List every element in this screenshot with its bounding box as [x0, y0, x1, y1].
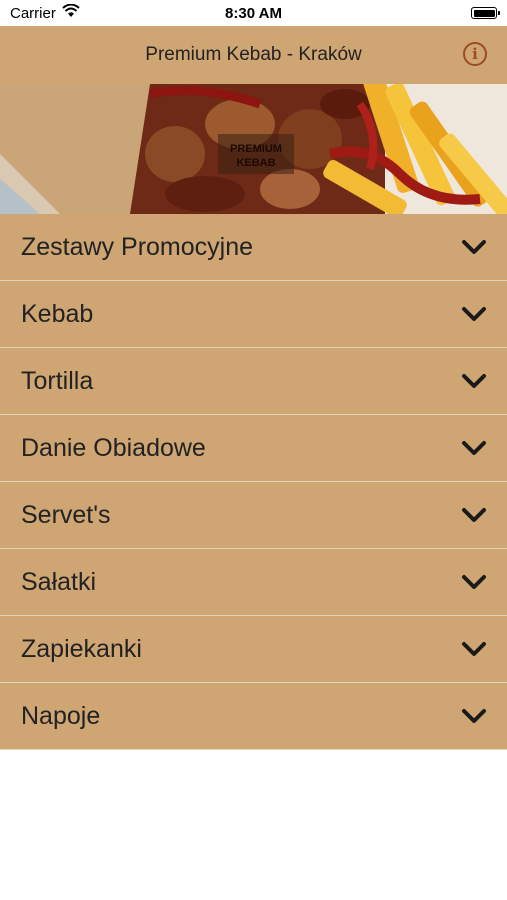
menu-category-row[interactable]: Sałatki — [0, 549, 507, 616]
menu-category-row[interactable]: Tortilla — [0, 348, 507, 415]
status-left: Carrier — [10, 3, 80, 22]
page-title: Premium Kebab - Kraków — [145, 44, 362, 65]
chevron-down-icon — [461, 707, 487, 725]
menu-category-label: Kebab — [21, 299, 94, 328]
menu-category-row[interactable]: Danie Obiadowe — [0, 415, 507, 482]
carrier-label: Carrier — [10, 4, 56, 22]
chevron-down-icon — [461, 238, 487, 256]
chevron-down-icon — [461, 573, 487, 591]
banner-image: PREMIUM KEBAB — [0, 84, 507, 214]
menu-category-label: Napoje — [21, 701, 101, 730]
status-bar: Carrier 8:30 AM — [0, 0, 507, 26]
menu-category-row[interactable]: Napoje — [0, 683, 507, 750]
menu-category-label: Zapiekanki — [21, 634, 142, 663]
menu-category-label: Tortilla — [21, 366, 94, 395]
menu-category-label: Servet's — [21, 500, 111, 529]
chevron-down-icon — [461, 305, 487, 323]
menu-category-row[interactable]: Zapiekanki — [0, 616, 507, 683]
menu-category-label: Zestawy Promocyjne — [21, 232, 254, 261]
info-icon[interactable]: i — [463, 42, 487, 66]
chevron-down-icon — [461, 506, 487, 524]
menu-category-row[interactable]: Servet's — [0, 482, 507, 549]
nav-bar: Premium Kebab - Kraków i — [0, 26, 507, 84]
chevron-down-icon — [461, 372, 487, 390]
banner-logo-bottom: KEBAB — [236, 157, 275, 169]
menu-list: Zestawy Promocyjne Kebab Tortilla Danie Obi… — [0, 214, 507, 750]
menu-category-label: Sałatki — [21, 567, 97, 596]
menu-category-row[interactable]: Kebab — [0, 281, 507, 348]
menu-category-label: Danie Obiadowe — [21, 433, 206, 462]
menu-category-row[interactable]: Zestawy Promocyjne — [0, 214, 507, 281]
chevron-down-icon — [461, 439, 487, 457]
banner-logo-top: PREMIUM — [230, 143, 282, 155]
battery-icon — [471, 7, 500, 19]
wifi-icon — [62, 3, 80, 22]
chevron-down-icon — [461, 640, 487, 658]
